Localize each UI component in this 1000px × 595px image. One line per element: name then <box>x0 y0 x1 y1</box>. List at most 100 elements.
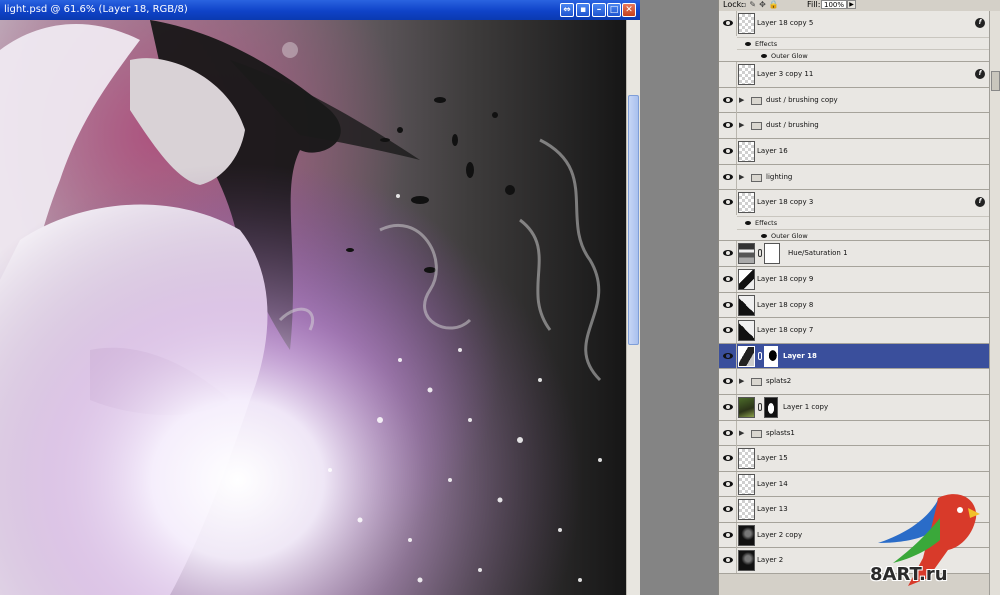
layer-thumbnail <box>738 524 755 546</box>
link-icon[interactable] <box>758 402 762 411</box>
layer-thumbnail <box>738 294 755 316</box>
visibility-toggle[interactable] <box>719 318 737 344</box>
fill-label: Fill: <box>807 0 821 9</box>
expand-arrow-icon[interactable]: ▶ <box>739 96 744 104</box>
visibility-toggle[interactable] <box>719 11 737 36</box>
layer-mask-thumbnail[interactable] <box>764 396 778 418</box>
expand-arrow-icon[interactable]: ▶ <box>739 377 744 385</box>
eye-icon[interactable] <box>745 41 751 46</box>
layer-name: Layer 14 <box>757 479 788 488</box>
visibility-toggle[interactable] <box>719 420 737 446</box>
layer-row[interactable]: Layer 3 copy 11 f <box>719 62 989 88</box>
eye-icon <box>723 557 733 564</box>
layer-row[interactable]: Layer 18 <box>719 343 989 370</box>
layer-row[interactable]: Hue/Saturation 1 <box>719 241 989 267</box>
layer-row[interactable]: ▶ dust / brushing copy <box>719 87 989 114</box>
effects-row[interactable]: Effects <box>737 215 989 229</box>
layer-name: Layer 3 copy 11 <box>757 70 814 79</box>
eye-icon[interactable] <box>761 54 767 59</box>
layers-scrollbar-thumb[interactable] <box>991 71 1000 91</box>
effect-row[interactable]: Outer Glow <box>737 228 989 242</box>
visibility-toggle[interactable] <box>719 394 737 420</box>
document-title: light.psd @ 61.6% (Layer 18, RGB/8) <box>4 4 188 15</box>
eye-icon[interactable] <box>745 220 751 225</box>
expand-arrow-icon[interactable]: ▶ <box>739 173 744 181</box>
link-icon[interactable] <box>758 249 762 258</box>
visibility-toggle[interactable] <box>719 87 737 113</box>
fill-input[interactable]: 100% <box>821 0 847 9</box>
fill-arrow-icon[interactable]: ▶ <box>847 0 856 9</box>
link-icon[interactable] <box>758 351 762 360</box>
folder-icon <box>751 173 762 182</box>
lock-icons[interactable]: ▫✎✥🔒 <box>741 1 782 9</box>
layer-thumbnail <box>738 345 755 367</box>
eye-icon <box>723 429 733 436</box>
expand-arrow-icon[interactable]: ▶ <box>739 429 744 437</box>
layer-thumbnail <box>738 448 755 470</box>
artwork-image <box>0 20 626 595</box>
visibility-toggle[interactable] <box>719 548 737 574</box>
scrollbar-thumb[interactable] <box>628 95 639 345</box>
layer-thumbnail <box>738 473 755 495</box>
visibility-toggle[interactable] <box>719 190 737 216</box>
visibility-toggle[interactable] <box>719 522 737 548</box>
layer-name: Layer 13 <box>757 505 788 514</box>
layer-name: lighting <box>766 172 793 181</box>
close-icon[interactable]: ✕ <box>622 3 636 17</box>
layer-row[interactable]: ▶ dust / brushing <box>719 113 989 139</box>
eye-icon <box>723 301 733 308</box>
visibility-toggle[interactable] <box>719 62 737 88</box>
layer-mask-thumbnail[interactable] <box>764 345 778 367</box>
layer-name: splasts1 <box>766 428 795 437</box>
layer-row[interactable]: Layer 18 copy 5 f Effects Outer Glow <box>719 11 989 63</box>
layer-row[interactable]: Layer 16 <box>719 138 989 165</box>
eye-icon[interactable] <box>761 233 767 238</box>
layer-thumbnail <box>738 320 755 342</box>
layer-thumbnail <box>738 192 755 214</box>
effect-row[interactable]: Outer Glow <box>737 49 989 62</box>
visibility-toggle[interactable] <box>719 446 737 472</box>
visibility-toggle[interactable] <box>719 138 737 164</box>
visibility-toggle[interactable] <box>719 113 737 139</box>
fx-badge-icon[interactable]: f <box>975 18 985 28</box>
eye-icon <box>723 20 733 26</box>
eye-icon <box>723 147 733 154</box>
layer-row[interactable]: Layer 18 copy 7 <box>719 318 989 344</box>
visibility-toggle[interactable] <box>719 343 737 369</box>
fx-badge-icon[interactable]: f <box>975 69 985 80</box>
visibility-toggle[interactable] <box>719 369 737 395</box>
layer-name: Layer 2 <box>757 556 784 565</box>
document-vertical-scrollbar[interactable] <box>626 20 640 595</box>
visibility-toggle[interactable] <box>719 497 737 523</box>
maximize-icon[interactable]: □ <box>607 3 621 17</box>
layer-row[interactable]: Layer 1 copy <box>719 394 989 421</box>
layer-name: dust / brushing <box>766 121 819 130</box>
layer-thumbnail <box>738 499 755 521</box>
layer-row[interactable]: ▶ lighting <box>719 164 989 191</box>
restore-icon[interactable]: ⇔ <box>560 3 574 17</box>
menu-icon[interactable]: ▪ <box>576 3 590 17</box>
document-titlebar[interactable]: light.psd @ 61.6% (Layer 18, RGB/8) ⇔ ▪ … <box>0 0 640 20</box>
folder-icon <box>751 429 762 438</box>
visibility-toggle[interactable] <box>719 471 737 497</box>
layer-row[interactable]: Layer 18 copy 3 f Effects Outer Glow <box>719 190 989 242</box>
layer-row[interactable]: ▶ splats2 <box>719 369 989 395</box>
layer-thumbnail <box>738 13 755 34</box>
effects-row[interactable]: Effects <box>737 36 989 50</box>
layer-thumbnail <box>738 550 755 572</box>
layer-row[interactable]: Layer 15 <box>719 446 989 472</box>
eye-icon <box>723 531 733 538</box>
fx-badge-icon[interactable]: f <box>975 197 985 208</box>
visibility-toggle[interactable] <box>719 292 737 318</box>
image-canvas[interactable] <box>0 20 626 595</box>
layer-name: Hue/Saturation 1 <box>788 249 848 258</box>
layer-row[interactable]: Layer 18 copy 9 <box>719 266 989 293</box>
minimize-icon[interactable]: – <box>592 3 606 17</box>
layer-row[interactable]: Layer 18 copy 8 <box>719 292 989 319</box>
layer-row[interactable]: ▶ splasts1 <box>719 420 989 447</box>
expand-arrow-icon[interactable]: ▶ <box>739 121 744 129</box>
layer-mask-thumbnail[interactable] <box>764 243 780 265</box>
visibility-toggle[interactable] <box>719 266 737 292</box>
visibility-toggle[interactable] <box>719 164 737 190</box>
visibility-toggle[interactable] <box>719 241 737 267</box>
